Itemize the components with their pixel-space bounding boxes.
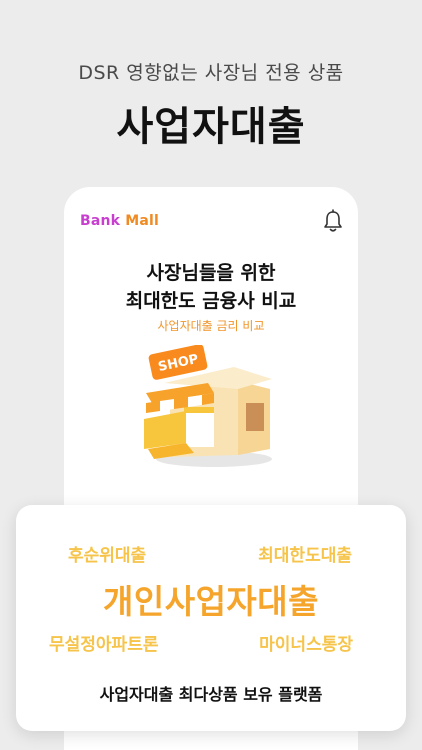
promo-title: 사업자대출	[116, 104, 306, 150]
subline: 사업자대출 금리 비교	[157, 319, 265, 333]
keyword-overdraft-account: 마이너스통장	[259, 635, 353, 655]
keyword-apartment-loan: 무설정아파트론	[49, 635, 159, 655]
loan-keyword-card: 후순위대출 최대한도대출 개인사업자대출 무설정아파트론 마이너스통장 사업자대…	[16, 505, 406, 731]
brand-logo[interactable]: Bank Mall	[80, 213, 159, 229]
keyword-subordinate-loan: 후순위대출	[68, 546, 147, 566]
bell-icon[interactable]	[322, 209, 344, 233]
promo-subtitle: DSR 영향없는 사장님 전용 상품	[78, 62, 344, 84]
keyword-max-limit-loan: 최대한도대출	[258, 546, 352, 566]
headline: 사장님들을 위한 최대한도 금융사 비교	[64, 259, 358, 315]
brand-logo-mall: Mall	[125, 213, 160, 229]
headline-line-1: 사장님들을 위한	[146, 262, 276, 284]
card-footer: 사업자대출 최다상품 보유 플랫폼	[99, 685, 323, 704]
headline-line-2: 최대한도 금융사 비교	[125, 290, 297, 312]
brand-logo-bank: Bank	[80, 213, 126, 229]
shop-store-icon: SHOP	[144, 345, 272, 467]
keyword-sole-proprietor-loan: 개인사업자대출	[102, 582, 320, 621]
